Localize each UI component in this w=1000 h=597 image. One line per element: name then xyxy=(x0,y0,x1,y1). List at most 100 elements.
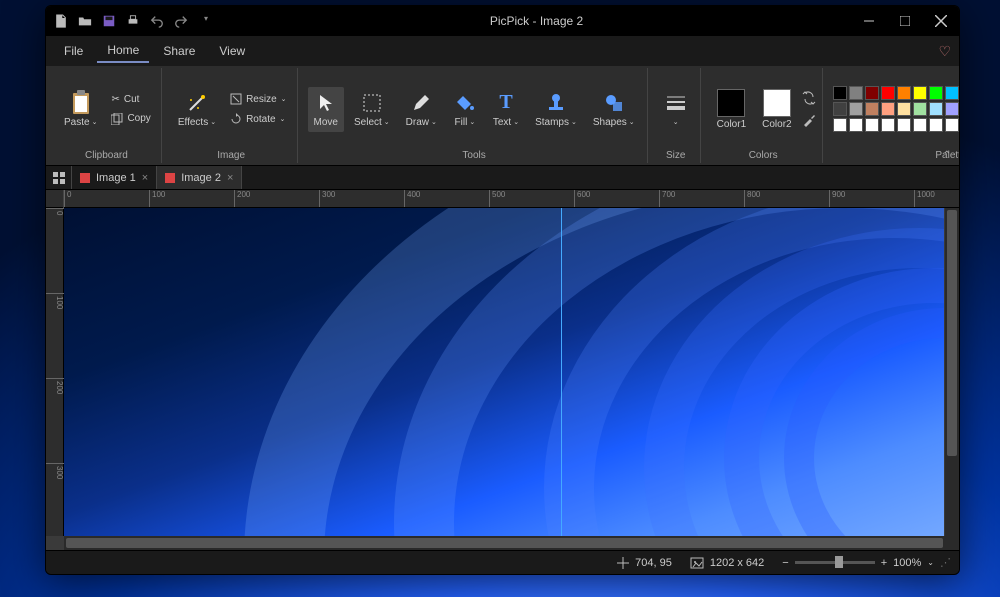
horizontal-ruler[interactable]: 01002003004005006007008009001000 xyxy=(46,190,959,208)
color2-button[interactable]: Color2 xyxy=(756,85,797,134)
copy-button[interactable]: Copy xyxy=(107,111,154,127)
color1-button[interactable]: Color1 xyxy=(711,85,752,134)
color-swatch[interactable] xyxy=(945,86,959,100)
color-swatch[interactable] xyxy=(897,86,911,100)
collapse-ribbon-icon[interactable]: ⌃ xyxy=(943,150,951,161)
zoom-in-button[interactable]: + xyxy=(881,557,887,569)
rotate-button[interactable]: Rotate ⌄ xyxy=(226,111,290,127)
maximize-button[interactable] xyxy=(887,6,923,36)
editor-area: 01002003004005006007008009001000 0100200… xyxy=(46,190,959,550)
doc-tab-1[interactable]: Image 1× xyxy=(72,166,157,189)
rotate-icon xyxy=(230,113,242,125)
canvas-viewport[interactable] xyxy=(64,208,959,536)
group-size: ⌄ Size xyxy=(652,68,701,163)
menu-file[interactable]: File xyxy=(54,40,93,62)
doc-icon xyxy=(80,173,90,183)
text-tool[interactable]: T Text ⌄ xyxy=(487,87,525,132)
close-tab-icon[interactable]: × xyxy=(227,172,233,184)
color1-swatch xyxy=(717,89,745,117)
undo-icon[interactable] xyxy=(150,14,166,28)
color-swatch[interactable] xyxy=(913,86,927,100)
move-tool[interactable]: Move xyxy=(308,87,344,132)
stamps-tool[interactable]: Stamps ⌄ xyxy=(529,87,583,132)
bucket-icon xyxy=(453,91,477,115)
close-tab-icon[interactable]: × xyxy=(142,172,148,184)
doc-tab-2[interactable]: Image 2× xyxy=(157,166,242,189)
eyedropper-icon[interactable] xyxy=(802,113,816,127)
minimize-button[interactable] xyxy=(851,6,887,36)
fill-tool[interactable]: Fill ⌄ xyxy=(447,87,483,132)
ribbon: Paste ⌄ ✂Cut Copy Clipboard Effects ⌄ Re… xyxy=(46,66,959,166)
color-palette[interactable] xyxy=(833,86,960,132)
color-swatch[interactable] xyxy=(849,86,863,100)
menubar: File Home Share View ♡ xyxy=(46,36,959,66)
favorite-icon[interactable]: ♡ xyxy=(938,43,951,60)
effects-button[interactable]: Effects ⌄ xyxy=(172,87,222,132)
tab-grid-icon[interactable] xyxy=(46,166,72,189)
color-swatch[interactable] xyxy=(849,118,863,132)
horizontal-scrollbar[interactable] xyxy=(64,536,959,550)
draw-tool[interactable]: Draw ⌄ xyxy=(400,87,443,132)
wand-icon xyxy=(185,91,209,115)
color-swatch[interactable] xyxy=(865,86,879,100)
redo-icon[interactable] xyxy=(174,14,190,28)
canvas-image[interactable] xyxy=(64,208,944,536)
color-swatch[interactable] xyxy=(865,102,879,116)
swap-colors-icon[interactable] xyxy=(802,91,816,105)
color-swatch[interactable] xyxy=(929,102,943,116)
open-icon[interactable] xyxy=(78,14,94,28)
color-swatch[interactable] xyxy=(833,102,847,116)
shapes-tool[interactable]: Shapes ⌄ xyxy=(587,87,641,132)
color-swatch[interactable] xyxy=(833,118,847,132)
zoom-slider[interactable] xyxy=(795,561,875,564)
color-swatch[interactable] xyxy=(929,118,943,132)
color-swatch[interactable] xyxy=(849,102,863,116)
close-button[interactable] xyxy=(923,6,959,36)
color-swatch[interactable] xyxy=(929,86,943,100)
dimensions-icon xyxy=(690,557,704,569)
vertical-scrollbar[interactable] xyxy=(945,208,959,536)
cursor-position: 704, 95 xyxy=(617,557,672,569)
crosshair-icon xyxy=(617,557,629,569)
resize-grip-icon[interactable]: ⋰ xyxy=(940,556,951,569)
cut-button[interactable]: ✂Cut xyxy=(107,92,154,107)
zoom-level: 100% xyxy=(893,557,921,569)
color-swatch[interactable] xyxy=(897,102,911,116)
resize-button[interactable]: Resize ⌄ xyxy=(226,91,290,107)
color-swatch[interactable] xyxy=(881,102,895,116)
group-image: Effects ⌄ Resize ⌄ Rotate ⌄ Image xyxy=(166,68,298,163)
menu-share[interactable]: Share xyxy=(153,40,205,62)
stamp-icon xyxy=(544,91,568,115)
menu-home[interactable]: Home xyxy=(97,39,149,63)
color-swatch[interactable] xyxy=(881,86,895,100)
color-swatch[interactable] xyxy=(945,102,959,116)
zoom-dropdown-icon[interactable]: ⌄ xyxy=(927,558,934,567)
color2-swatch xyxy=(763,89,791,117)
vertical-guide[interactable] xyxy=(561,208,562,536)
lineweight-icon xyxy=(664,92,688,116)
vertical-ruler[interactable]: 0100200300400 xyxy=(46,208,64,536)
group-palette: More ⌄ Palette xyxy=(827,68,960,163)
color-swatch[interactable] xyxy=(865,118,879,132)
menu-view[interactable]: View xyxy=(209,40,255,62)
zoom-out-button[interactable]: − xyxy=(782,557,788,569)
color-swatch[interactable] xyxy=(945,118,959,132)
titlebar[interactable]: ▾ PicPick - Image 2 xyxy=(46,6,959,36)
marquee-icon xyxy=(360,91,384,115)
shapes-icon xyxy=(602,91,626,115)
group-clipboard: Paste ⌄ ✂Cut Copy Clipboard xyxy=(52,68,162,163)
save-icon[interactable] xyxy=(102,14,118,28)
redo-dropdown-icon[interactable]: ▾ xyxy=(198,14,214,28)
pencil-icon xyxy=(409,91,433,115)
color-swatch[interactable] xyxy=(897,118,911,132)
paste-button[interactable]: Paste ⌄ xyxy=(58,87,103,132)
size-button[interactable]: ⌄ xyxy=(658,88,694,130)
color-swatch[interactable] xyxy=(881,118,895,132)
color-swatch[interactable] xyxy=(913,118,927,132)
color-swatch[interactable] xyxy=(833,86,847,100)
select-tool[interactable]: Select ⌄ xyxy=(348,87,396,132)
color-swatch[interactable] xyxy=(913,102,927,116)
new-icon[interactable] xyxy=(54,14,70,28)
print-icon[interactable] xyxy=(126,14,142,28)
doc-icon xyxy=(165,173,175,183)
